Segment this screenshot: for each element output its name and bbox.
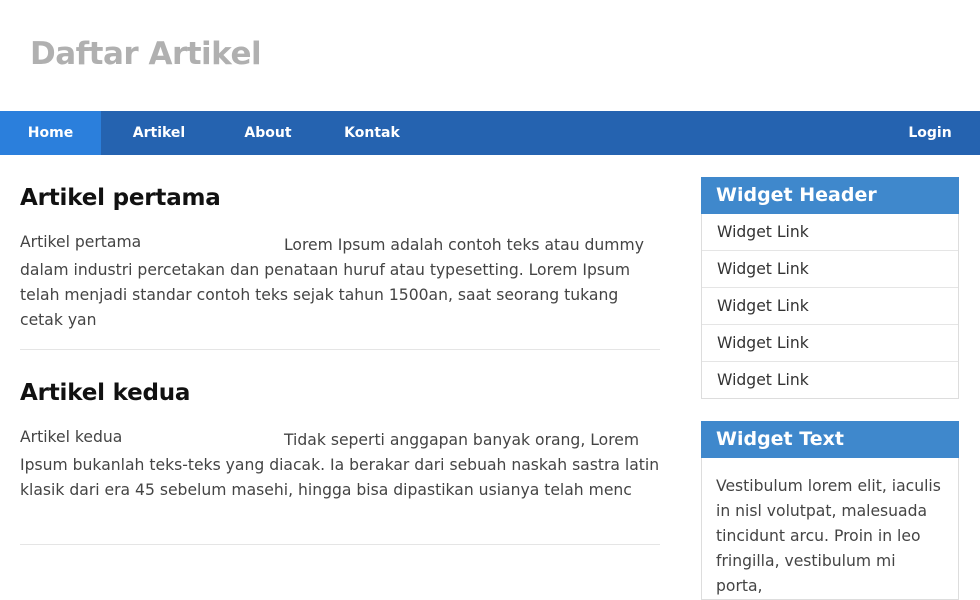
widget-text-header: Widget Text [701,421,959,458]
article-image: Artikel kedua [20,426,284,446]
widget-link[interactable]: Widget Link [702,214,958,251]
widget-link[interactable]: Widget Link [702,325,958,362]
site-header: Daftar Artikel [0,0,980,111]
article-excerpt: Artikel kedua Tidak seperti anggapan ban… [20,428,660,503]
article-excerpt: Artikel pertama Lorem Ipsum adalah conto… [20,233,660,333]
widget-link[interactable]: Widget Link [702,251,958,288]
article-item: Artikel kedua Artikel kedua Tidak sepert… [20,350,660,545]
widget-links: Widget Header Widget Link Widget Link Wi… [701,177,959,399]
site-title[interactable]: Daftar Artikel [30,36,262,72]
widget-header: Widget Header [701,177,959,214]
widget-text-body: Vestibulum lorem elit, iaculis in nisl v… [716,477,941,595]
nav-kontak[interactable]: Kontak [319,111,425,155]
widget-link-list: Widget Link Widget Link Widget Link Widg… [701,214,959,399]
article-list: Artikel pertama Artikel pertama Lorem Ip… [20,155,660,545]
nav-login[interactable]: Login [880,111,980,155]
article-title[interactable]: Artikel kedua [20,380,190,406]
nav-home[interactable]: Home [0,111,101,155]
nav-about[interactable]: About [217,111,319,155]
article-image-alt: Artikel pertama [20,233,142,251]
widget-link[interactable]: Widget Link [702,362,958,398]
article-image: Artikel pertama [20,231,284,251]
sidebar: Widget Header Widget Link Widget Link Wi… [701,177,959,600]
widget-text: Widget Text Vestibulum lorem elit, iacul… [701,421,959,600]
article-title[interactable]: Artikel pertama [20,185,221,211]
nav-artikel[interactable]: Artikel [101,111,217,155]
main-navbar: Home Artikel About Kontak Login [0,111,980,155]
widget-text-box: Vestibulum lorem elit, iaculis in nisl v… [701,458,959,600]
widget-link[interactable]: Widget Link [702,288,958,325]
article-item: Artikel pertama Artikel pertama Lorem Ip… [20,155,660,350]
nav-spacer [425,111,880,155]
article-image-alt: Artikel kedua [20,428,123,446]
